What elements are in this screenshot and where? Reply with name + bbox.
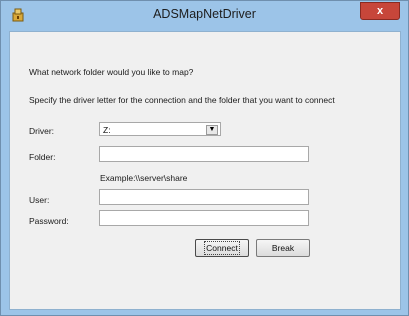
dialog-client-area: What network folder would you like to ma… (9, 31, 401, 310)
dialog-window: ADSMapNetDriver x What network folder wo… (0, 0, 409, 316)
connect-button[interactable]: Connect (195, 239, 249, 257)
password-label: Password: (29, 216, 69, 226)
break-button-label: Break (271, 243, 295, 253)
window-title: ADSMapNetDriver (153, 7, 256, 21)
folder-example-text: Example:\\server\share (100, 173, 188, 183)
folder-label: Folder: (29, 152, 56, 162)
close-button[interactable]: x (360, 2, 400, 20)
instructions-text: Specify the driver letter for the connec… (29, 95, 335, 105)
connect-button-label: Connect (204, 241, 240, 255)
driver-label: Driver: (29, 126, 55, 136)
folder-input[interactable] (99, 146, 309, 162)
break-button[interactable]: Break (256, 239, 310, 257)
chevron-down-icon[interactable]: ▼ (206, 125, 218, 135)
close-icon: x (376, 5, 384, 17)
driver-select[interactable]: Z: ▼ (99, 122, 221, 136)
driver-select-value: Z: (103, 125, 111, 135)
user-input[interactable] (99, 189, 309, 205)
title-bar[interactable]: ADSMapNetDriver x (1, 1, 408, 29)
prompt-text: What network folder would you like to ma… (29, 67, 194, 77)
user-label: User: (29, 195, 50, 205)
password-input[interactable] (99, 210, 309, 226)
